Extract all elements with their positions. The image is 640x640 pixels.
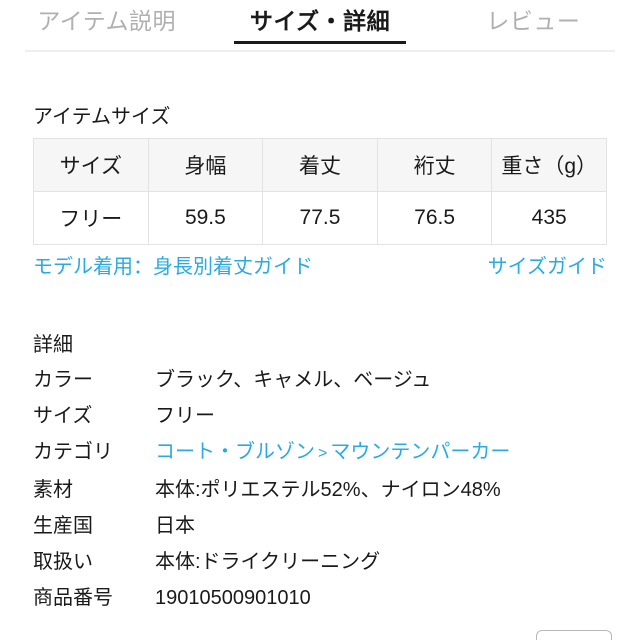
- detail-label-color: カラー: [33, 369, 93, 391]
- item-size-table-container: サイズ 身幅 着丈 裄丈 重さ（g） フリー 59.5 77.5 76.5 43…: [33, 138, 607, 245]
- detail-label-size: サイズ: [33, 405, 93, 427]
- table-header-row: サイズ 身幅 着丈 裄丈 重さ（g）: [33, 138, 607, 192]
- detail-label-origin: 生産国: [33, 515, 93, 537]
- column-header-size: サイズ: [33, 138, 149, 192]
- tab-bar-divider: [25, 50, 615, 52]
- model-wearing-guide-link[interactable]: モデル着用：身長別着丈ガイド: [33, 254, 313, 280]
- cell-weight: 435: [491, 191, 607, 245]
- column-header-sleeve: 裄丈: [376, 138, 493, 192]
- column-header-weight: 重さ（g）: [491, 138, 607, 192]
- tab-reviews[interactable]: レビュー: [427, 4, 640, 44]
- cell-size: フリー: [33, 191, 149, 245]
- detail-value-color: ブラック、キャメル、ベージュ: [155, 369, 432, 391]
- column-header-width: 身幅: [147, 138, 264, 192]
- floating-action-button[interactable]: [536, 630, 612, 640]
- table-row: フリー 59.5 77.5 76.5 435: [33, 191, 607, 245]
- column-header-length: 着丈: [262, 138, 378, 192]
- category-parent-link[interactable]: コート・ブルゾン: [155, 434, 315, 470]
- detail-value-origin: 日本: [155, 515, 195, 537]
- details-heading: 詳細: [33, 334, 73, 356]
- detail-label-category: カテゴリ: [33, 441, 113, 463]
- item-size-table-header: サイズ 身幅 着丈 裄丈 重さ（g）: [33, 138, 607, 192]
- detail-value-product-number: 19010500901010: [155, 587, 311, 609]
- detail-label-care: 取扱い: [33, 551, 93, 573]
- detail-row-size: サイズ フリー: [33, 398, 613, 434]
- product-details-list: カラー ブラック、キャメル、ベージュ サイズ フリー カテゴリ コート・ブルゾン…: [33, 362, 613, 616]
- tab-item-description[interactable]: アイテム説明: [0, 4, 213, 44]
- detail-label-product-number: 商品番号: [33, 587, 113, 609]
- detail-row-material: 素材 本体:ポリエステル52%、ナイロン48%: [33, 472, 613, 508]
- detail-row-origin: 生産国 日本: [33, 508, 613, 544]
- detail-row-color: カラー ブラック、キャメル、ベージュ: [33, 362, 613, 398]
- detail-value-material: 本体:ポリエステル52%、ナイロン48%: [155, 479, 501, 501]
- detail-label-material: 素材: [33, 479, 73, 501]
- product-tab-bar: アイテム説明 サイズ・詳細 レビュー: [0, 0, 640, 52]
- size-guide-link[interactable]: サイズガイド: [488, 254, 607, 280]
- item-size-table-body: フリー 59.5 77.5 76.5 435: [33, 191, 607, 245]
- tab-size-details[interactable]: サイズ・詳細: [213, 4, 426, 44]
- guide-links-row: モデル着用：身長別着丈ガイド サイズガイド: [33, 254, 607, 280]
- item-size-table: サイズ 身幅 着丈 裄丈 重さ（g） フリー 59.5 77.5 76.5 43…: [33, 138, 607, 245]
- category-separator: >: [318, 445, 328, 462]
- cell-length: 77.5: [262, 191, 378, 245]
- cell-width: 59.5: [147, 191, 264, 245]
- detail-row-care: 取扱い 本体:ドライクリーニング: [33, 544, 613, 580]
- detail-row-product-number: 商品番号 19010500901010: [33, 580, 613, 616]
- cell-sleeve: 76.5: [376, 191, 493, 245]
- detail-row-category: カテゴリ コート・ブルゾン > マウンテンパーカー: [33, 434, 613, 472]
- detail-value-size: フリー: [155, 405, 215, 427]
- category-child-link[interactable]: マウンテンパーカー: [330, 434, 510, 470]
- item-size-heading: アイテムサイズ: [33, 106, 171, 128]
- detail-value-care: 本体:ドライクリーニング: [155, 551, 381, 573]
